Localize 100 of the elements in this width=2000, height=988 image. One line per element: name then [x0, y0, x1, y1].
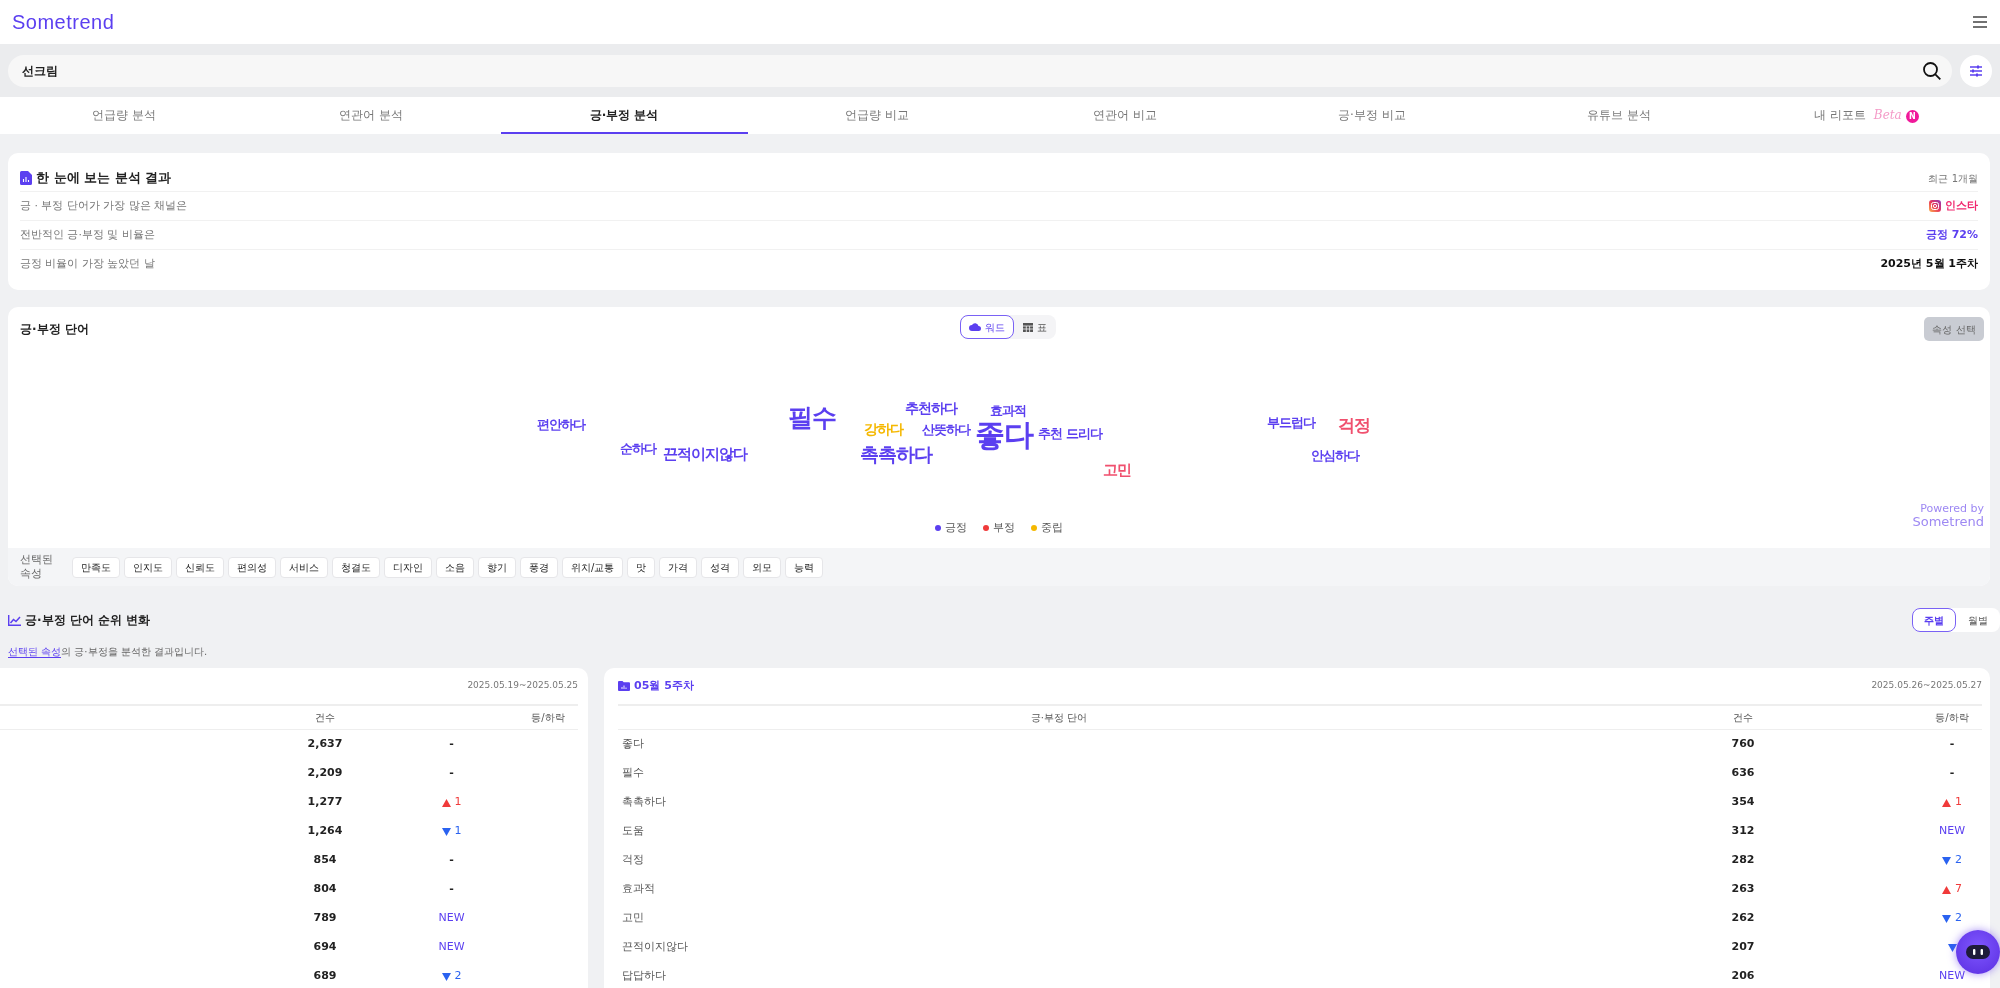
rank-change: 7: [1955, 881, 1962, 898]
cloud-word: 편안하다: [537, 417, 585, 433]
description-text: 선택된 속성의 긍·부정을 분석한 결과입니다.: [8, 645, 209, 658]
rank-change: 1: [1955, 794, 1962, 811]
summary-label: 긍정 비율이 가장 높았던 날: [20, 255, 155, 272]
rank-change: 1: [454, 794, 462, 811]
tab[interactable]: 언급량 분석: [0, 97, 248, 134]
column-header: 등/하락: [531, 712, 565, 723]
rank-change: -: [449, 736, 454, 753]
down-triangle-icon: [1942, 914, 1951, 923]
table-cell: 354: [1731, 795, 1755, 809]
table-cell: 효과적: [622, 882, 655, 896]
view-toggle[interactable]: 워드: [960, 315, 1014, 339]
table-cell: 789: [313, 911, 337, 925]
attribute-chip[interactable]: 가격: [659, 556, 698, 578]
table-icon: [1023, 322, 1033, 332]
down-triangle-icon: [441, 972, 451, 981]
cloud-word: 좋다: [975, 417, 1033, 451]
section-title: 긍·부정 단어: [20, 321, 89, 338]
table-cell: 2,209: [307, 766, 343, 780]
robot-face-icon: [1966, 945, 1990, 959]
table-cell: 고민: [622, 911, 644, 925]
table-cell: 도움: [622, 824, 644, 838]
attribute-chip[interactable]: 신뢰도: [176, 556, 224, 578]
view-toggle[interactable]: 표: [1014, 315, 1056, 339]
table-cell: 804: [313, 882, 337, 896]
attribute-chip[interactable]: 소음: [436, 556, 474, 578]
attribute-chip[interactable]: 위치/교통: [562, 556, 624, 578]
table-cell: 760: [1731, 737, 1755, 751]
period-toggle[interactable]: 주별: [1912, 608, 1956, 632]
attribute-chip[interactable]: 성격: [701, 556, 740, 578]
folder-icon: [618, 681, 630, 691]
attribute-chip[interactable]: 만족도: [72, 556, 120, 578]
search-field[interactable]: 선크림: [8, 55, 1952, 87]
attribute-chip[interactable]: 편의성: [228, 556, 276, 578]
table-cell: 답답하다: [622, 969, 666, 983]
attribute-chip[interactable]: 서비스: [280, 556, 328, 578]
up-triangle-icon: [441, 798, 451, 807]
rank-change: -: [449, 881, 454, 898]
cloud-word: 필수: [788, 404, 836, 432]
period-toggle[interactable]: 월별: [1956, 608, 2000, 632]
tab[interactable]: 언급량 비교: [753, 97, 1001, 134]
date-range: 2025.05.19~2025.05.25: [467, 679, 578, 693]
attribute-chip[interactable]: 향기: [478, 556, 516, 578]
rank-change: -: [1949, 765, 1955, 782]
attribute-chip[interactable]: 인지도: [124, 556, 172, 578]
table-cell: 끈적이지않다: [622, 940, 688, 954]
line-chart-icon: [8, 614, 21, 626]
tab[interactable]: 내 리포트 Beta N: [1742, 97, 1990, 134]
tab[interactable]: 긍·부정 분석: [500, 97, 748, 134]
attribute-chip[interactable]: 능력: [785, 556, 824, 578]
cloud-icon: [969, 323, 981, 331]
summary-value: 긍정 72%: [1925, 226, 1978, 243]
attribute-chip[interactable]: 청결도: [332, 556, 380, 578]
brand-logo: Sometrend: [1912, 515, 1984, 530]
menu-icon[interactable]: [1972, 15, 1988, 29]
week-title: 05월 5주차: [634, 677, 694, 694]
search-icon: [1922, 61, 1942, 81]
attributes-label: 선택된 속성: [20, 553, 54, 581]
rank-change: NEW: [1938, 968, 1966, 985]
table-cell: 312: [1731, 824, 1755, 838]
filter-button[interactable]: [1960, 55, 1992, 87]
tab[interactable]: 연관어 분석: [247, 97, 495, 134]
rank-change: -: [449, 765, 454, 782]
table-cell: 262: [1731, 911, 1755, 925]
rank-change: NEW: [1938, 823, 1966, 840]
column-header: 긍·부정 단어: [1030, 712, 1088, 723]
cloud-word: 촉촉하다: [860, 443, 932, 465]
attribute-link[interactable]: 선택된 속성: [8, 646, 62, 658]
cloud-word: 산뜻하다: [922, 422, 970, 438]
table-cell: 1,264: [307, 824, 343, 838]
tab[interactable]: 연관어 비교: [1001, 97, 1249, 134]
beta-label: Beta: [1873, 107, 1902, 122]
cloud-word: 순하다: [620, 441, 656, 457]
attribute-chip[interactable]: 디자인: [384, 556, 432, 578]
period-label: 최근 1개월: [1928, 171, 1978, 186]
tab[interactable]: 유튜브 분석: [1495, 97, 1743, 134]
table-cell: 636: [1731, 766, 1755, 780]
attribute-chip[interactable]: 풍경: [520, 556, 558, 578]
attribute-chip[interactable]: 맛: [627, 556, 656, 578]
column-header: 건수: [1733, 712, 1753, 723]
logo[interactable]: Sometrend: [12, 7, 115, 37]
tab[interactable]: 긍·부정 비교: [1248, 97, 1496, 134]
legend-label: 부정: [993, 519, 1015, 536]
rank-change: 2: [454, 968, 462, 985]
attribute-select-button[interactable]: 속성 선택: [1924, 317, 1984, 341]
table-cell: 2,637: [307, 737, 343, 751]
rank-change: 2: [1955, 852, 1962, 869]
rank-change: -: [449, 852, 454, 869]
table-cell: 263: [1731, 882, 1755, 896]
table-cell: 207: [1731, 940, 1755, 954]
table-cell: 854: [313, 853, 337, 867]
legend-label: 긍정: [945, 519, 967, 536]
rank-change: 1: [454, 823, 462, 840]
cloud-word: 추천하다: [905, 401, 957, 417]
column-header: 등/하락: [1935, 712, 1969, 723]
report-icon: [20, 171, 32, 185]
table-cell: 206: [1731, 969, 1755, 983]
attribute-chip[interactable]: 외모: [743, 556, 782, 578]
date-range: 2025.05.26~2025.05.27: [1871, 679, 1982, 693]
